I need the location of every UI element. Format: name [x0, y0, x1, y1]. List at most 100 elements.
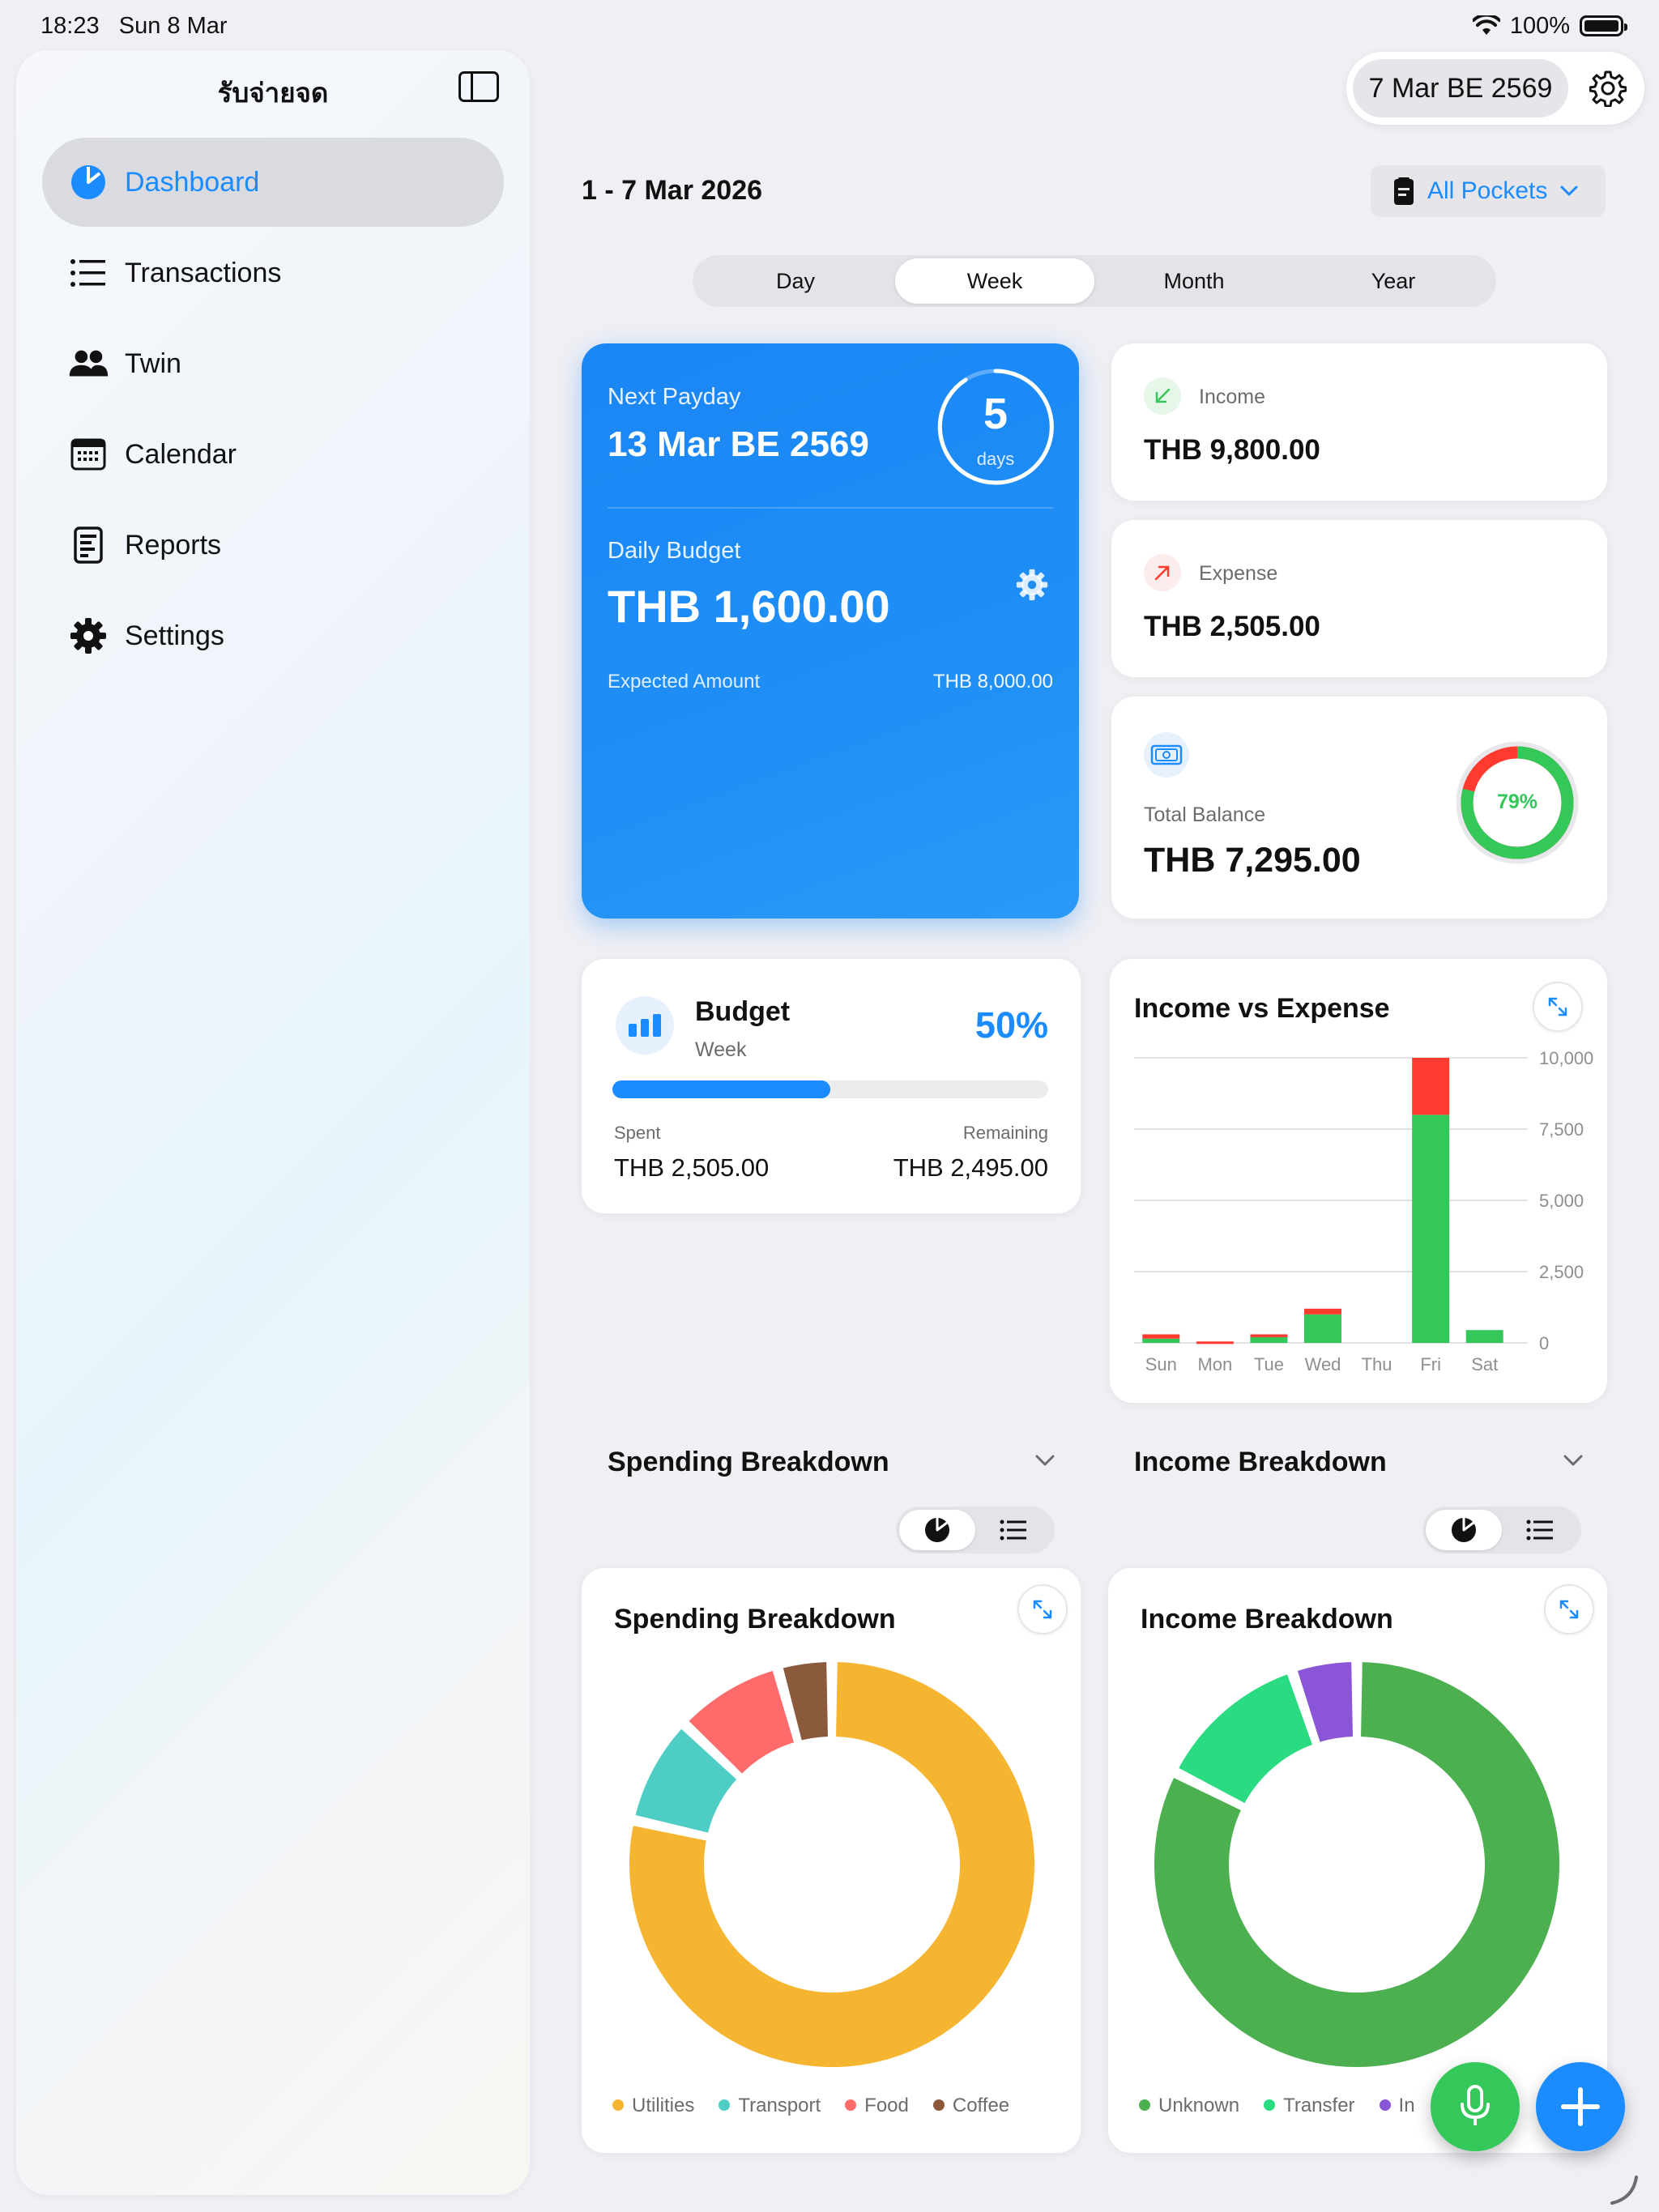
days-label: days	[976, 449, 1015, 469]
sidebar-toggle-button[interactable]	[458, 71, 499, 102]
budget-card[interactable]: Budget Week 50% Spent THB 2,505.00 Remai…	[582, 959, 1081, 1213]
pockets-dropdown[interactable]: All Pockets	[1371, 165, 1606, 217]
total-balance-card[interactable]: Total Balance THB 7,295.00 79%	[1111, 697, 1607, 918]
bar	[1250, 1334, 1288, 1337]
sidebar-item-label: Settings	[125, 620, 224, 651]
sidebar-item-label: Calendar	[125, 438, 237, 470]
expense-arrow-icon	[1144, 554, 1181, 591]
legend-label: In	[1398, 2095, 1415, 2116]
wifi-icon	[1472, 15, 1500, 35]
budget-title: Budget	[695, 996, 791, 1027]
income-value: THB 9,800.00	[1144, 434, 1320, 466]
bar	[1412, 1058, 1450, 1115]
daily-budget-amount: THB 1,600.00	[608, 581, 890, 632]
sidebar-item-dashboard[interactable]: Dashboard	[42, 138, 504, 227]
remaining-value: THB 2,495.00	[893, 1153, 1048, 1182]
report-icon	[68, 525, 109, 565]
sidebar-item-reports[interactable]: Reports	[42, 501, 504, 590]
bar	[1250, 1336, 1288, 1343]
legend-item: Unknown	[1139, 2095, 1239, 2117]
income-vs-expense-chart: 10,000 7,500 5,000 2,500 0 Sun Mon Tue Wed Thu Fri…	[1134, 1048, 1593, 1375]
y-tick-label: 10,000	[1539, 1048, 1593, 1068]
microphone-icon	[1461, 2085, 1490, 2125]
budget-period: Week	[695, 1038, 747, 1061]
settings-gear-button[interactable]	[1589, 70, 1627, 111]
expense-card[interactable]: Expense THB 2,505.00	[1111, 520, 1607, 677]
x-tick-label: Sun	[1145, 1354, 1177, 1375]
income-donut-chart	[1151, 1659, 1563, 2070]
period-segmented-control: Day Week Month Year	[693, 255, 1496, 307]
sidebar-item-label: Twin	[125, 347, 181, 379]
income-collapse-button[interactable]	[1563, 1455, 1583, 1472]
income-breakdown-card: Income Breakdown Unknown Transfer In	[1108, 1568, 1607, 2153]
income-label: Income	[1199, 386, 1265, 408]
spending-collapse-button[interactable]	[1035, 1455, 1055, 1472]
bar	[1304, 1314, 1341, 1343]
date-header: 7 Mar BE 2569	[1346, 52, 1644, 125]
list-icon	[1526, 1519, 1553, 1541]
list-view-button[interactable]	[975, 1510, 1051, 1550]
bar	[1304, 1308, 1341, 1315]
sidebar-item-label: Transactions	[125, 257, 282, 288]
y-tick-label: 7,500	[1539, 1119, 1584, 1140]
income-card[interactable]: Income THB 9,800.00	[1111, 343, 1607, 501]
pie-view-button[interactable]	[1426, 1510, 1502, 1550]
legend-label: Transfer	[1283, 2095, 1355, 2116]
gear-icon	[1016, 569, 1048, 601]
list-view-button[interactable]	[1502, 1510, 1578, 1550]
bar	[1142, 1338, 1180, 1343]
battery-icon	[1580, 15, 1627, 36]
total-balance-value: THB 7,295.00	[1144, 841, 1361, 880]
pockets-label: All Pockets	[1427, 177, 1548, 204]
legend-label: Transport	[738, 2095, 821, 2116]
next-payday-label: Next Payday	[608, 384, 741, 410]
x-tick-label: Wed	[1305, 1354, 1341, 1375]
period-year-tab[interactable]: Year	[1294, 258, 1493, 304]
next-payday-date: 13 Mar BE 2569	[608, 424, 869, 464]
remaining-label: Remaining	[962, 1123, 1048, 1143]
sidebar-item-transactions[interactable]: Transactions	[42, 228, 504, 318]
pie-view-button[interactable]	[899, 1510, 975, 1550]
days-count: 5	[983, 390, 1009, 438]
current-date-button[interactable]: 7 Mar BE 2569	[1353, 59, 1568, 117]
next-payday-card[interactable]: Next Payday 13 Mar BE 2569 5 days Daily …	[582, 343, 1079, 918]
period-week-tab[interactable]: Week	[895, 258, 1094, 304]
wallet-icon	[1394, 177, 1414, 205]
pie-chart-icon	[925, 1518, 949, 1542]
daily-budget-settings-button[interactable]	[1016, 569, 1048, 605]
voice-input-button[interactable]	[1431, 2062, 1520, 2151]
spending-view-toggle	[896, 1507, 1055, 1554]
budget-progress-fill	[612, 1080, 830, 1098]
y-tick-label: 2,500	[1539, 1262, 1584, 1282]
x-tick-label: Sat	[1471, 1354, 1498, 1375]
legend-label: Coffee	[952, 2095, 1010, 2116]
period-day-tab[interactable]: Day	[696, 258, 895, 304]
list-icon	[1000, 1519, 1026, 1541]
bar-chart-icon	[616, 996, 674, 1055]
x-tick-label: Fri	[1420, 1354, 1441, 1375]
sidebar-item-label: Reports	[125, 529, 222, 560]
expense-label: Expense	[1199, 562, 1278, 585]
add-transaction-button[interactable]	[1536, 2062, 1625, 2151]
period-month-tab[interactable]: Month	[1094, 258, 1294, 304]
chevron-down-icon	[1563, 1455, 1583, 1466]
expense-value: THB 2,505.00	[1144, 611, 1320, 642]
legend-label: Food	[864, 2095, 909, 2116]
income-breakdown-heading: Income Breakdown	[1134, 1447, 1387, 1477]
x-tick-label: Tue	[1254, 1354, 1284, 1375]
gear-icon	[68, 616, 109, 656]
legend-item: Food	[845, 2095, 909, 2117]
budget-progress-track	[612, 1080, 1048, 1098]
calendar-icon	[68, 434, 109, 475]
bar	[1465, 1330, 1503, 1343]
donut-slice	[1175, 1670, 1316, 1807]
sidebar-item-label: Dashboard	[125, 166, 260, 198]
sidebar-item-twin[interactable]: Twin	[42, 319, 504, 408]
legend-item: Transfer	[1264, 2095, 1355, 2117]
sidebar-item-settings[interactable]: Settings	[42, 591, 504, 680]
spent-value: THB 2,505.00	[614, 1153, 770, 1182]
legend-item: Utilities	[612, 2095, 694, 2117]
scroll-indicator-icon	[1610, 2176, 1638, 2205]
gear-icon	[1589, 70, 1627, 108]
sidebar-item-calendar[interactable]: Calendar	[42, 410, 504, 499]
